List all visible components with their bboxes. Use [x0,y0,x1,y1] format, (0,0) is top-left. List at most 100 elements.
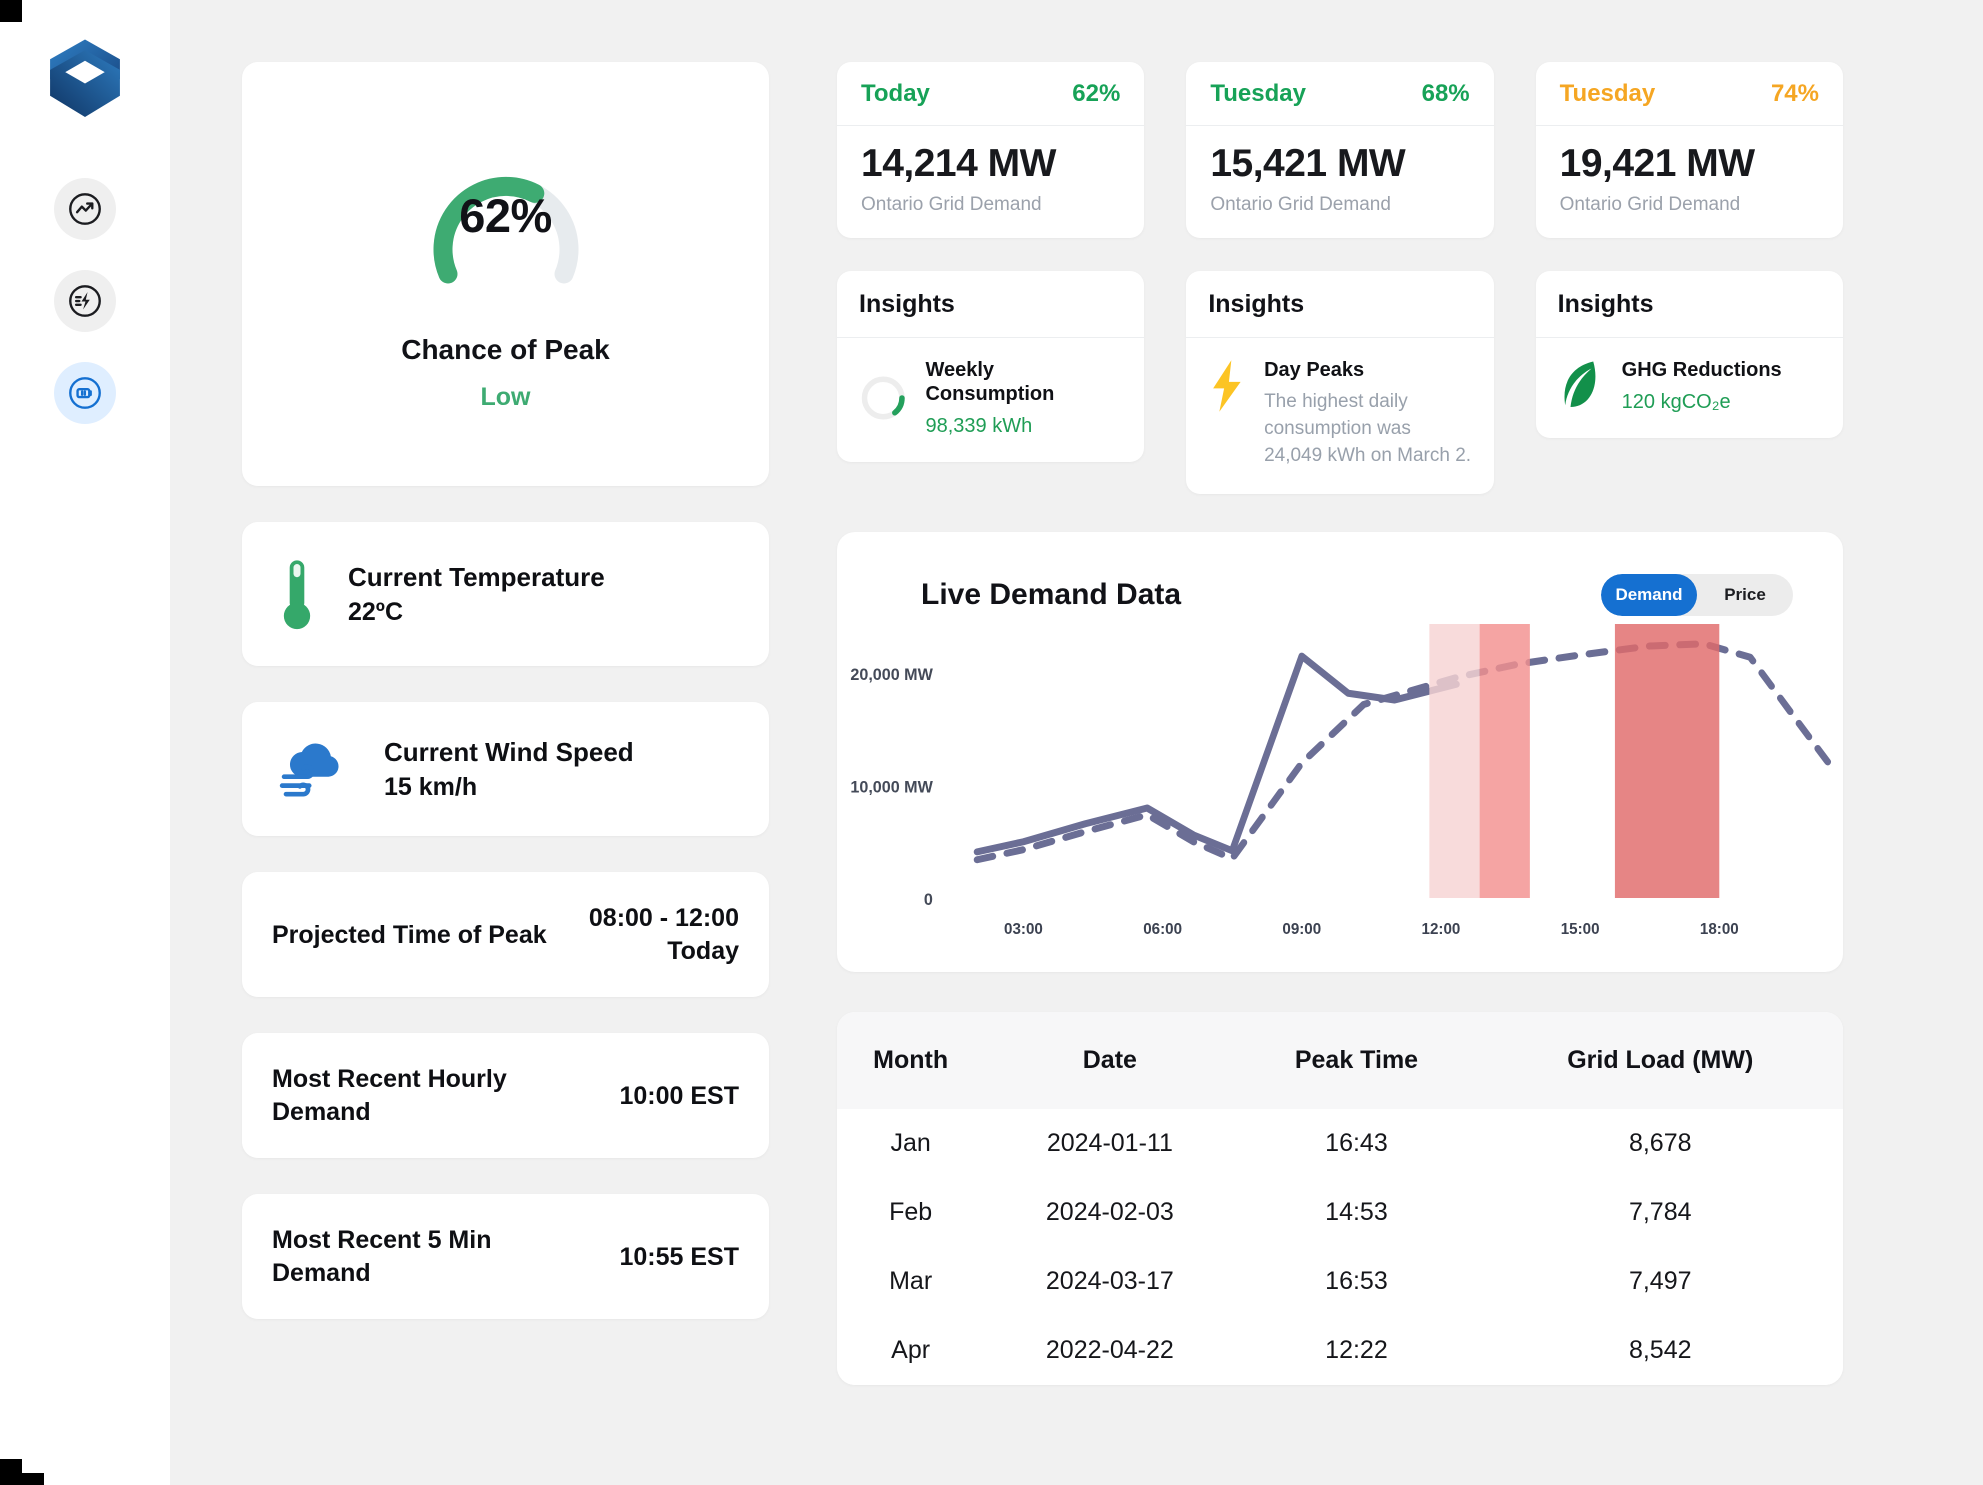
table-body: Jan 2024-01-11 16:43 8,678 Feb 2024-02-03 14:5… [837,1108,1843,1385]
donut-progress-icon [861,376,905,420]
cell-grid-load: 8,678 [1628,1128,1692,1157]
cell-peak-time: 16:53 [1325,1266,1388,1295]
gauge-status: Low [480,383,531,411]
cell-grid-load: 8,542 [1628,1335,1692,1364]
cell-date: 2024-01-11 [1046,1128,1173,1157]
y-axis-tick-label: 10,000 MW [850,777,933,796]
insight-title: Weekly Consumption [925,359,1055,405]
demand-cards-row: Today 62% 14,214 MW Ontario Grid Demand … [837,62,1843,238]
sidebar-item-battery[interactable] [54,362,116,424]
insight-value: 120 kgCO₂e [1621,391,1731,413]
temperature-text: Current Temperature 22ºC [348,561,605,627]
projected-peak-label: Projected Time of Peak [272,920,547,949]
insight-card-weekly-consumption: Insights Weekly Consumption 98,339 kWh [837,271,1145,462]
projected-peak-card: Projected Time of Peak 08:00 - 12:00 Tod… [242,872,769,998]
demand-percent: 62% [1072,80,1121,107]
demand-card-tuesday-2: Tuesday 74% 19,421 MW Ontario Grid Deman… [1535,62,1843,238]
demand-card-tuesday-1: Tuesday 68% 15,421 MW Ontario Grid Deman… [1186,62,1494,238]
cell-grid-load: 7,784 [1628,1197,1692,1226]
insight-body: Weekly Consumption 98,339 kWh [837,338,1144,462]
wind-value: 15 km/h [384,773,478,802]
table-row[interactable]: Jan 2024-01-11 16:43 8,678 [837,1108,1843,1178]
x-axis-tick-label: 06:00 [1143,921,1182,938]
table-row[interactable]: Mar 2024-03-17 16:53 7,497 [837,1246,1843,1316]
peak-history-table: Month Date Peak Time Grid Load (MW) Jan 2… [837,1011,1843,1385]
demand-subtitle: Ontario Grid Demand [1210,194,1391,215]
insight-description: The highest daily consumption was 24,049… [1264,391,1472,466]
toggle-option-demand[interactable]: Demand [1601,573,1697,616]
cell-peak-time: 14:53 [1325,1197,1388,1226]
chart-title: Live Demand Data [921,577,1182,611]
sidebar-item-analytics[interactable] [54,178,116,240]
corner-artifact-bottom-left [0,1459,44,1485]
cell-grid-load: 7,497 [1628,1266,1692,1295]
table-row[interactable]: Feb 2024-02-03 14:53 7,784 [837,1177,1843,1247]
cell-month: Jan [890,1128,931,1157]
insight-header: Insights [1186,271,1494,338]
temperature-value: 22ºC [348,598,403,627]
demand-card-header: Tuesday 68% [1186,62,1494,126]
x-axis-tick-label: 12:00 [1422,921,1461,938]
wind-title: Current Wind Speed [384,737,634,767]
demand-day-label: Tuesday [1210,80,1306,107]
insight-text: Weekly Consumption 98,339 kWh [925,358,1122,438]
chart-header: Live Demand Data Demand Price [837,562,1843,616]
column-header-grid-load: Grid Load (MW) [1567,1045,1754,1074]
actual-demand-line [973,652,1460,856]
insight-body: GHG Reductions 120 kgCO₂e [1536,338,1843,438]
right-column: Today 62% 14,214 MW Ontario Grid Demand … [837,62,1843,1485]
table-head: Month Date Peak Time Grid Load (MW) [837,1011,1843,1109]
app-logo[interactable] [47,38,123,120]
lightning-bolt-icon [1213,360,1241,412]
peak-history-table-card: Month Date Peak Time Grid Load (MW) Jan 2… [837,1011,1843,1385]
demand-value: 14,214 MW [861,142,1056,185]
insight-card-ghg-reductions: Insights GHG Reductions 120 kgCO₂e [1535,271,1843,438]
battery-icon [69,377,101,409]
gauge-value: 62% [459,189,552,242]
demand-card-today: Today 62% 14,214 MW Ontario Grid Demand [837,62,1145,238]
temperature-title: Current Temperature [348,561,605,592]
x-axis-tick-label: 09:00 [1282,921,1321,938]
y-axis-tick-label: 20,000 MW [850,665,933,684]
demand-card-header: Tuesday 74% [1535,62,1843,126]
current-temperature-card: Current Temperature 22ºC [242,522,769,666]
column-header-date: Date [1082,1045,1137,1074]
energy-bolt-icon [69,285,101,317]
recent-hourly-value: 10:00 EST [619,1081,739,1110]
wind-cloud-icon [279,743,339,797]
cell-month: Mar [889,1266,933,1295]
demand-card-body: 19,421 MW Ontario Grid Demand [1536,126,1843,238]
gauge-title: Chance of Peak [401,334,610,365]
recent-hourly-demand-card: Most Recent Hourly Demand 10:00 EST [242,1033,769,1159]
cell-date: 2024-03-17 [1045,1266,1174,1295]
low-peak-band [1429,623,1480,898]
current-wind-speed-card: Current Wind Speed 15 km/h [242,702,769,837]
y-axis-tick-label: 0 [924,890,933,909]
insights-row: Insights Weekly Consumption 98,339 kWh I… [837,271,1843,494]
sidebar [0,0,170,1485]
demand-price-toggle[interactable]: Demand Price [1601,573,1793,616]
cell-date: 2024-02-03 [1045,1197,1174,1226]
insight-text: Day Peaks The highest daily consumption … [1264,358,1472,470]
sidebar-item-energy[interactable] [54,270,116,332]
cell-date: 2022-04-22 [1045,1335,1174,1364]
x-axis-tick-label: 18:00 [1700,921,1739,938]
demand-card-header: Today 62% [837,62,1145,126]
insight-header: Insights [1535,271,1843,338]
demand-card-body: 14,214 MW Ontario Grid Demand [837,126,1144,238]
demand-percent: 74% [1770,80,1819,107]
table-row[interactable]: Apr 2022-04-22 12:22 8,542 [837,1315,1843,1385]
demand-percent: 68% [1421,80,1470,107]
live-demand-chart-card: Live Demand Data Demand Price 0 10,000 MW… [837,531,1843,972]
recent-5min-value: 10:55 EST [619,1242,739,1271]
demand-subtitle: Ontario Grid Demand [1559,194,1741,215]
cell-month: Apr [891,1335,931,1364]
demand-value: 15,421 MW [1210,142,1406,185]
insight-title: Day Peaks [1264,359,1365,381]
trending-chart-icon [69,193,101,225]
toggle-option-price[interactable]: Price [1697,574,1793,616]
insight-text: GHG Reductions 120 kgCO₂e [1622,358,1782,414]
recent-hourly-label: Most Recent Hourly Demand [272,1065,507,1126]
high-peak-band [1614,623,1720,898]
demand-day-label: Tuesday [1559,80,1656,107]
